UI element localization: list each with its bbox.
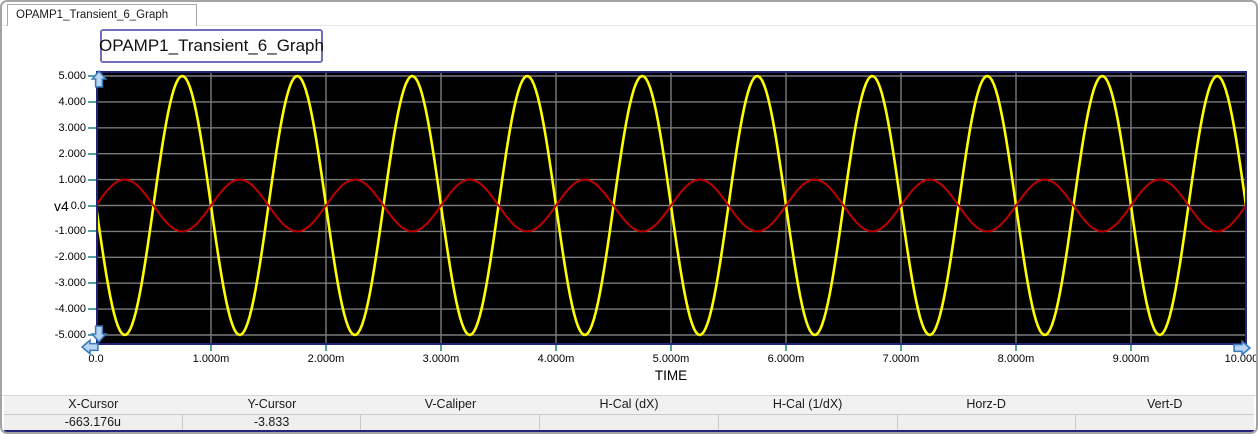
- window-frame: OPAMP1_Transient_6_Graph OPAMP1_Transien…: [0, 0, 1258, 434]
- x-tick-mark: [785, 345, 787, 351]
- y-tick-mark: [88, 230, 96, 233]
- x-tick-mark: [900, 345, 902, 351]
- status-header-h-cal-1-dx: H-Cal (1/dX): [772, 397, 843, 411]
- x-tick-mark: [555, 345, 557, 351]
- y-tick-label-5-000: -5.000: [54, 329, 86, 341]
- status-header-x-cursor: X-Cursor: [68, 397, 119, 411]
- x-tick-mark: [440, 345, 442, 351]
- status-value-vert-d: [1075, 415, 1254, 430]
- x-tick-label-2-000m: 2.000m: [307, 353, 345, 365]
- y-tick-label-5-000: 5.000: [58, 70, 86, 82]
- y-tick-mark: [88, 204, 96, 207]
- y-tick-label-4-000: -4.000: [54, 303, 86, 316]
- y-tick-label-3-000: -3.000: [54, 277, 86, 290]
- scroll-up-icon[interactable]: [90, 70, 108, 88]
- status-value-h-cal-dx: [539, 415, 718, 430]
- x-tick-mark: [1015, 345, 1017, 351]
- status-header-h-cal-dx: H-Cal (dX): [599, 397, 659, 411]
- status-value-x-cursor: -663.176u: [64, 415, 122, 429]
- status-value-h-cal-1-dx: [717, 415, 897, 430]
- y-tick-mark: [88, 308, 96, 311]
- x-tick-label-6-000m: 6.000m: [767, 353, 805, 365]
- x-tick-label-4-000m: 4.000m: [537, 353, 575, 365]
- y-tick-mark: [88, 100, 96, 103]
- status-value-horz-d: [896, 415, 1076, 430]
- tab-graph[interactable]: OPAMP1_Transient_6_Graph: [7, 4, 197, 26]
- y-tick-label-3-000: 3.000: [58, 121, 86, 134]
- y-tick-label-2-000: -2.000: [54, 251, 86, 264]
- y-tick-label-1-000: 1.000: [58, 173, 86, 186]
- status-header-v-caliper: V-Caliper: [424, 397, 477, 411]
- status-header-y-cursor: Y-Cursor: [247, 397, 297, 411]
- x-tick-label-9-000m: 9.000m: [1112, 353, 1150, 365]
- scroll-right-icon[interactable]: [1233, 339, 1251, 357]
- y-tick-mark: [88, 152, 96, 155]
- status-value-v-caliper: [360, 415, 539, 430]
- status-header-vert-d: Vert-D: [1147, 397, 1183, 411]
- x-tick-label-8-000m: 8.000m: [997, 353, 1035, 365]
- x-tick-label-5-000m: 5.000m: [652, 353, 690, 365]
- scroll-left-icon[interactable]: [81, 338, 99, 356]
- y-tick-label-1-000: -1.000: [54, 225, 86, 238]
- y-tick-mark: [88, 282, 96, 285]
- x-tick-label-3-000m: 3.000m: [422, 353, 460, 365]
- x-tick-mark: [670, 345, 672, 351]
- y-tick-mark: [88, 178, 96, 181]
- status-value-y-cursor: -3.833: [181, 415, 361, 430]
- x-axis-title: TIME: [654, 368, 688, 383]
- plot-area[interactable]: [96, 71, 1247, 345]
- status-header-horz-d: Horz-D: [966, 397, 1006, 411]
- bottom-accent-bar: [4, 430, 1254, 432]
- status-bar-values: -663.176u -3.833: [4, 415, 1254, 430]
- x-tick-mark: [325, 345, 327, 351]
- y-tick-label-0-0: 0.0: [70, 199, 86, 212]
- graph-title: OPAMP1_Transient_6_Graph: [99, 36, 324, 55]
- x-tick-mark: [1130, 345, 1132, 351]
- y-tick-label-2-000: 2.000: [58, 147, 86, 160]
- graph-title-box[interactable]: OPAMP1_Transient_6_Graph: [99, 29, 324, 63]
- status-bar-headers: X-Cursor Y-Cursor V-Caliper H-Cal (dX) H-Cal…: [4, 396, 1254, 415]
- y-tick-mark: [88, 126, 96, 129]
- y-tick-mark: [88, 256, 96, 259]
- waveform-svg: [96, 71, 1247, 345]
- y-tick-label-4-000: 4.000: [58, 95, 86, 108]
- x-tick-label-1-000m: 1.000m: [192, 353, 230, 365]
- x-tick-label-7-000m: 7.000m: [882, 353, 920, 365]
- x-tick-mark: [210, 345, 212, 351]
